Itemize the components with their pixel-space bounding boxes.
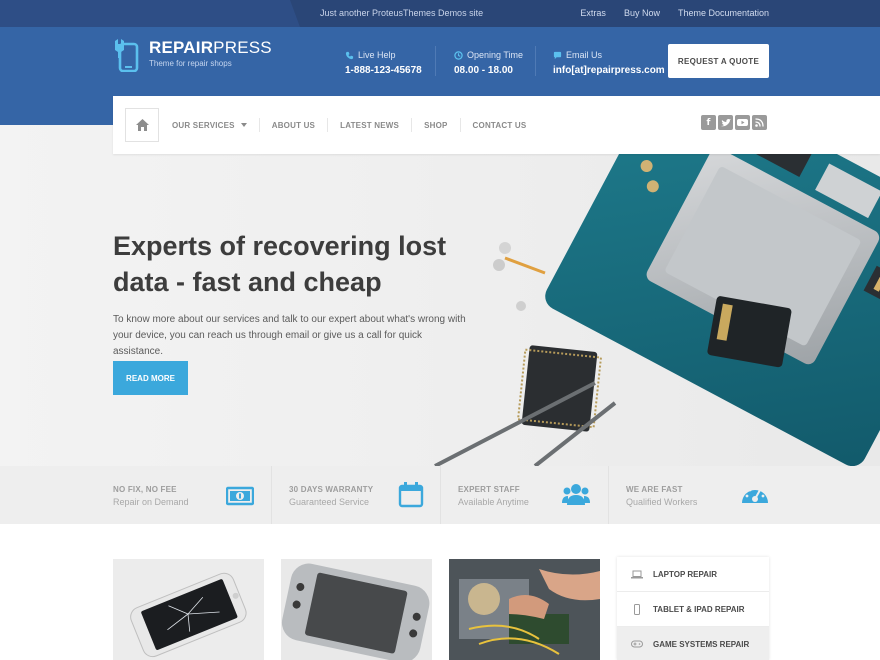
feature-divider <box>608 466 609 524</box>
service-item-label: GAME SYSTEMS REPAIR <box>653 639 750 649</box>
clock-icon <box>454 50 463 60</box>
service-item-game-systems[interactable]: GAME SYSTEMS REPAIR <box>617 627 769 660</box>
feature-subtitle: Available Anytime <box>458 497 529 507</box>
header-divider <box>535 46 536 76</box>
feature-divider <box>271 466 272 524</box>
feature-title: WE ARE FAST <box>626 485 683 494</box>
top-link-buy-now[interactable]: Buy Now <box>624 8 660 18</box>
service-item-label: LAPTOP REPAIR <box>653 569 718 579</box>
handheld-console-image <box>281 563 430 660</box>
features-bar: NO FIX, NO FEE Repair on Demand 30 DAYS … <box>0 466 880 524</box>
circuit-board-image <box>434 153 880 466</box>
nav-item-contact-us[interactable]: CONTACT US <box>461 118 539 132</box>
laptop-icon <box>631 570 643 578</box>
nav-menu: OUR SERVICES ABOUT US LATEST NEWS SHOP C… <box>172 96 538 154</box>
nav-item-our-services[interactable]: OUR SERVICES <box>172 118 260 132</box>
top-link-extras[interactable]: Extras <box>580 8 606 18</box>
computer-repair-image <box>449 559 600 660</box>
feature-title: EXPERT STAFF <box>458 485 520 494</box>
social-links: f <box>701 115 767 130</box>
broken-phone-image <box>130 572 247 658</box>
request-quote-button[interactable]: REQUEST A QUOTE <box>668 44 769 78</box>
feature-no-fix-no-fee: NO FIX, NO FEE Repair on Demand <box>113 466 258 524</box>
top-link-documentation[interactable]: Theme Documentation <box>678 8 769 18</box>
rss-glyph <box>755 118 764 127</box>
facebook-icon[interactable]: f <box>701 115 716 130</box>
feature-title: NO FIX, NO FEE <box>113 485 177 494</box>
nav-item-label: OUR SERVICES <box>172 120 235 130</box>
main-navigation: OUR SERVICES ABOUT US LATEST NEWS SHOP C… <box>113 96 880 154</box>
logo-text: REPAIRPRESS Theme for repair shops <box>149 38 272 68</box>
logo-title-bold: REPAIR <box>149 38 214 57</box>
service-item-tablet[interactable]: TABLET & IPAD REPAIR <box>617 592 769 627</box>
header-divider <box>435 46 436 76</box>
feature-we-are-fast: WE ARE FAST Qualified Workers <box>626 466 771 524</box>
contact-live-help: Live Help 1-888-123-45678 <box>345 50 422 76</box>
feature-subtitle: Repair on Demand <box>113 497 189 507</box>
logo-title-light: PRESS <box>213 38 272 57</box>
twitter-icon[interactable] <box>718 115 733 130</box>
nav-item-about-us[interactable]: ABOUT US <box>260 118 329 132</box>
service-thumbnail-gaming[interactable] <box>281 559 432 660</box>
phone-icon <box>345 51 354 59</box>
rss-icon[interactable] <box>752 115 767 130</box>
feature-warranty: 30 DAYS WARRANTY Guaranteed Service <box>289 466 429 524</box>
hero-description: To know more about our services and talk… <box>113 314 466 357</box>
users-icon <box>562 484 590 505</box>
feature-expert-staff: EXPERT STAFF Available Anytime <box>458 466 598 524</box>
site-logo[interactable]: REPAIRPRESS Theme for repair shops <box>112 38 272 72</box>
twitter-bird-glyph <box>720 118 731 126</box>
gamepad-icon <box>631 640 643 648</box>
service-item-laptop[interactable]: LAPTOP REPAIR <box>617 557 769 592</box>
nav-item-latest-news[interactable]: LATEST NEWS <box>328 118 413 132</box>
money-icon <box>226 486 254 506</box>
top-links: Extras Buy Now Theme Documentation <box>580 8 769 18</box>
youtube-glyph <box>737 119 748 126</box>
nav-item-shop[interactable]: SHOP <box>412 118 461 132</box>
contact-email: Email Us info[at]repairpress.com <box>553 50 665 76</box>
live-help-phone[interactable]: 1-888-123-45678 <box>345 65 422 76</box>
home-button[interactable] <box>125 108 159 142</box>
feature-divider <box>440 466 441 524</box>
email-label: Email Us <box>566 50 603 60</box>
phone-wrench-icon <box>115 39 139 72</box>
speedometer-icon <box>742 486 768 503</box>
hero-title: Experts of recovering lost data - fast a… <box>113 231 447 297</box>
home-icon <box>135 119 149 131</box>
chat-icon <box>553 51 562 59</box>
live-help-label: Live Help <box>358 50 396 60</box>
read-more-button[interactable]: READ MORE <box>113 361 188 395</box>
opening-time-label: Opening Time <box>467 50 524 60</box>
feature-title: 30 DAYS WARRANTY <box>289 485 374 494</box>
logo-subtitle: Theme for repair shops <box>149 59 232 68</box>
contact-opening-time: Opening Time 08.00 - 18.00 <box>454 50 523 76</box>
services-list: LAPTOP REPAIR TABLET & IPAD REPAIR GAME … <box>617 557 769 660</box>
service-thumbnail-phone[interactable] <box>113 559 264 660</box>
tablet-icon <box>634 603 640 615</box>
calendar-icon <box>398 482 424 508</box>
feature-subtitle: Guaranteed Service <box>289 497 370 507</box>
chevron-down-icon <box>240 123 247 127</box>
site-tagline: Just another ProteusThemes Demos site <box>320 8 484 18</box>
feature-subtitle: Qualified Workers <box>626 497 698 507</box>
opening-time-value: 08.00 - 18.00 <box>454 65 513 76</box>
service-item-label: TABLET & IPAD REPAIR <box>653 604 745 614</box>
service-thumbnail-computer[interactable] <box>449 559 600 660</box>
youtube-icon[interactable] <box>735 115 750 130</box>
logo-title: REPAIRPRESS <box>149 38 272 58</box>
email-value[interactable]: info[at]repairpress.com <box>553 65 665 76</box>
